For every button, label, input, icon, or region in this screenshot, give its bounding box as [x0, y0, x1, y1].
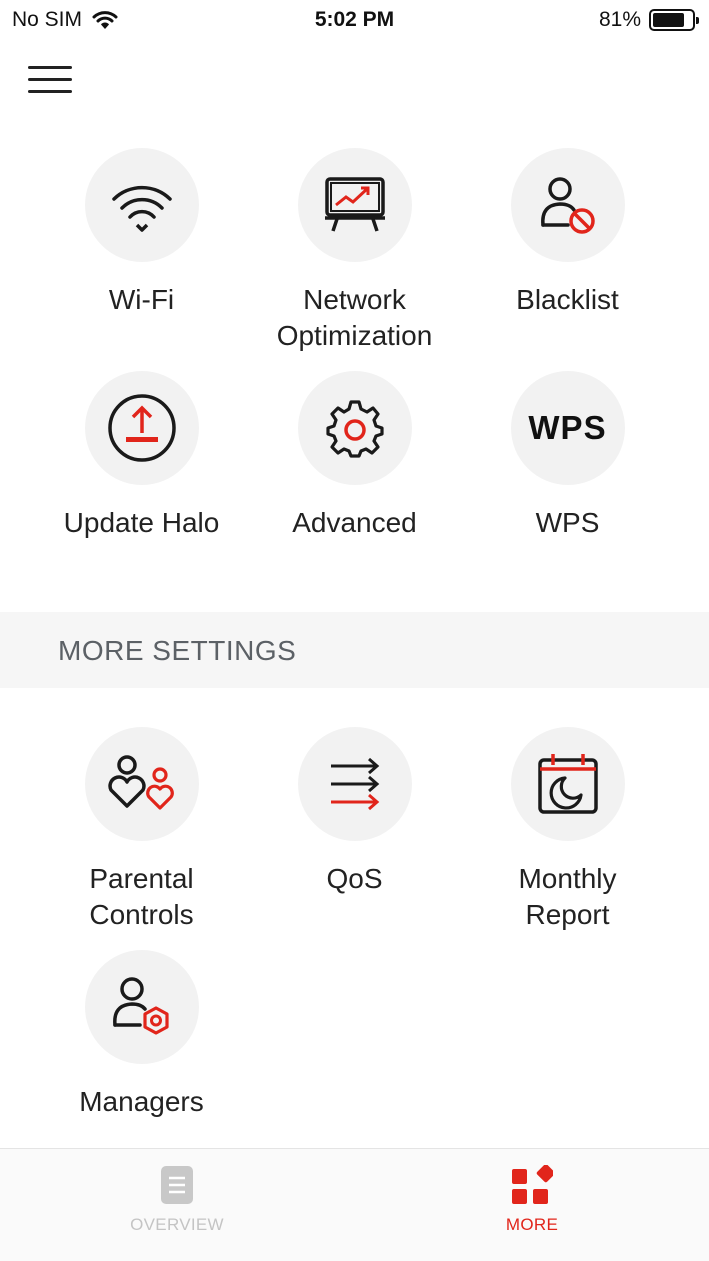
- menu-item-wps[interactable]: WPS WPS: [461, 371, 674, 541]
- wifi-icon-circle: [84, 148, 199, 262]
- menu-item-update-halo[interactable]: Update Halo: [35, 371, 248, 541]
- menu-item-label: Advanced: [292, 507, 417, 538]
- status-right: 81%: [598, 8, 699, 32]
- update-halo-icon-circle: [84, 371, 199, 485]
- menu-item-label: WPS: [535, 507, 600, 538]
- menu-item-label: Network Optimization: [276, 284, 433, 351]
- tab-more[interactable]: MORE: [432, 1165, 632, 1235]
- blacklist-icon: [540, 177, 595, 234]
- tab-label: MORE: [505, 1215, 559, 1234]
- wifi-icon: [111, 185, 172, 232]
- overview-icon: [161, 1166, 193, 1204]
- battery-fill: [653, 13, 684, 27]
- hamburger-menu-button[interactable]: [28, 66, 72, 94]
- qos-icon-circle: [297, 727, 412, 841]
- menu-item-parental-controls[interactable]: Parental Controls: [35, 727, 248, 933]
- section-title: MORE SETTINGS: [58, 635, 297, 666]
- monthly-report-icon-circle: [510, 727, 625, 841]
- monthly-report-icon: [537, 754, 598, 814]
- managers-icon-circle: [84, 950, 199, 1064]
- hamburger-line: [28, 66, 72, 69]
- hamburger-line: [28, 78, 72, 81]
- tab-overview[interactable]: OVERVIEW: [77, 1165, 277, 1235]
- hamburger-line: [28, 90, 72, 93]
- menu-item-monthly-report[interactable]: Monthly Report: [461, 727, 674, 933]
- menu-item-label: Managers: [79, 1086, 204, 1117]
- menu-item-label: Update Halo: [63, 507, 220, 538]
- bottom-tab-bar: OVERVIEW MORE: [0, 1148, 709, 1261]
- status-bar: No SIM 5:02 PM 81%: [0, 0, 709, 40]
- menu-item-wifi[interactable]: Wi-Fi: [35, 148, 248, 318]
- parental-controls-icon: [107, 755, 174, 810]
- update-halo-icon: [107, 394, 176, 462]
- battery-nub: [696, 17, 699, 24]
- wps-icon: WPS: [528, 409, 607, 446]
- menu-item-qos[interactable]: QoS: [248, 727, 461, 897]
- menu-item-network-optimization[interactable]: Network Optimization: [248, 148, 461, 354]
- menu-item-label: Monthly Report: [518, 863, 617, 930]
- menu-item-advanced[interactable]: Advanced: [248, 371, 461, 541]
- menu-item-managers[interactable]: Managers: [35, 950, 248, 1120]
- gear-icon-circle: [297, 371, 412, 485]
- blacklist-icon-circle: [510, 148, 625, 262]
- battery-percent: 81%: [598, 8, 641, 31]
- parental-controls-icon-circle: [84, 727, 199, 841]
- qos-icon: [330, 757, 379, 811]
- menu-item-label: Wi-Fi: [108, 284, 175, 315]
- more-settings-header: MORE SETTINGS: [0, 612, 709, 688]
- more-icon: [512, 1165, 553, 1204]
- menu-item-label: QoS: [326, 863, 383, 894]
- menu-item-blacklist[interactable]: Blacklist: [461, 148, 674, 318]
- gear-icon: [325, 400, 384, 458]
- battery-icon: [649, 9, 699, 31]
- network-optimization-icon: [324, 177, 385, 232]
- menu-item-label: Blacklist: [516, 284, 619, 315]
- network-optimization-icon-circle: [297, 148, 412, 262]
- menu-item-label: Parental Controls: [89, 863, 194, 930]
- tab-label: OVERVIEW: [130, 1215, 224, 1234]
- wps-icon-circle: WPS: [510, 371, 625, 485]
- managers-icon: [112, 977, 169, 1035]
